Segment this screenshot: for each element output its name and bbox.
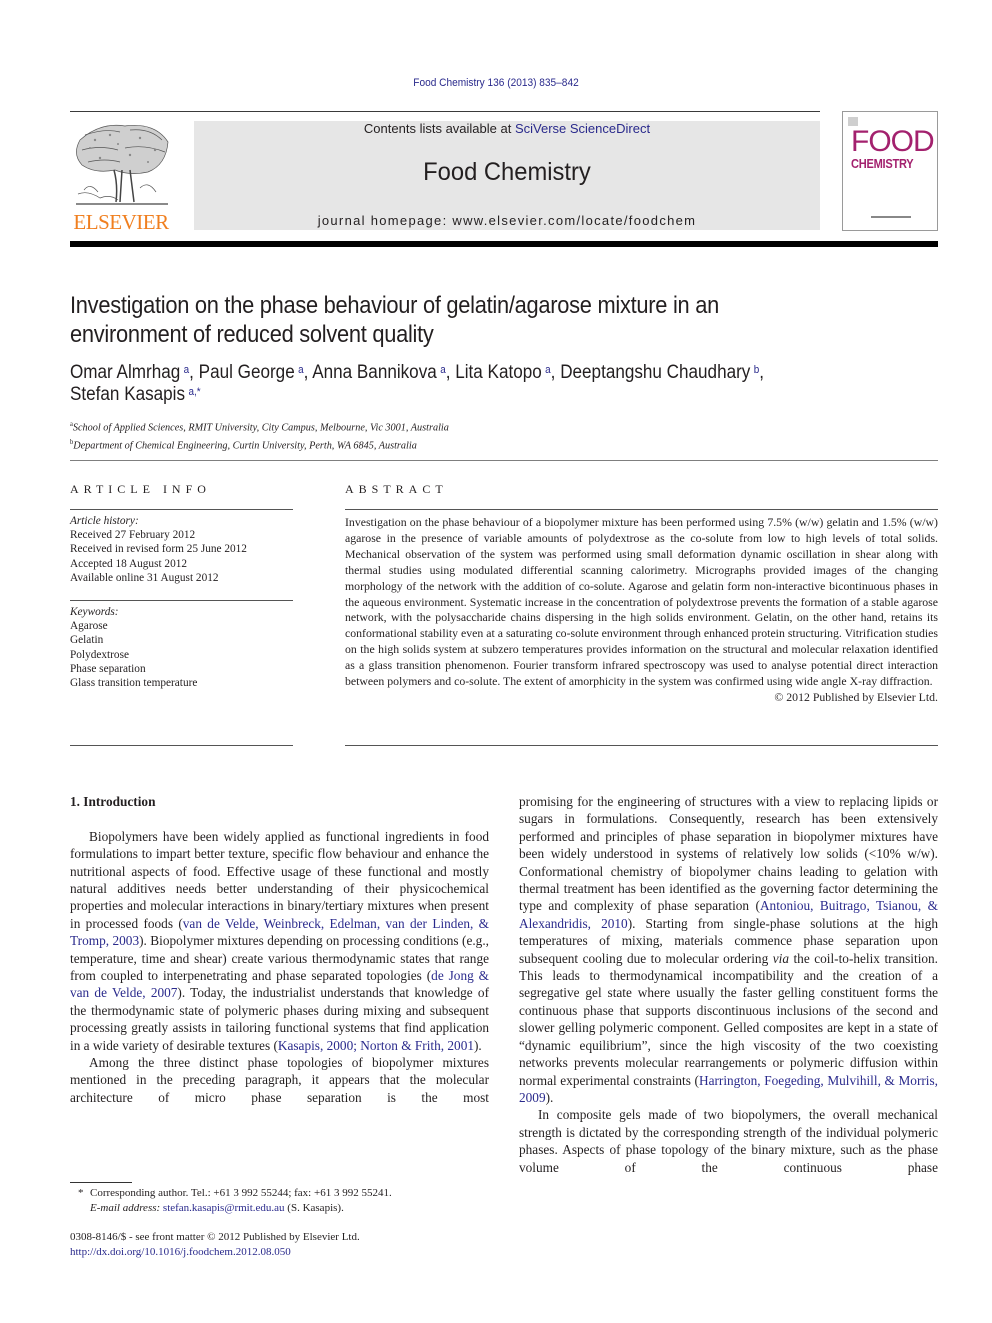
abstract-heading: ABSTRACT xyxy=(345,482,448,496)
paragraph: In composite gels made of two biopolymer… xyxy=(519,1107,938,1175)
corresponding-author-note: * Corresponding author. Tel.: +61 3 992 … xyxy=(70,1186,490,1201)
history-item: Available online 31 August 2012 xyxy=(70,571,219,584)
affiliation-marker[interactable]: a,* xyxy=(188,386,200,398)
keyword: Glass transition temperature xyxy=(70,677,198,690)
section-heading-introduction: 1. Introduction xyxy=(70,794,156,809)
affiliation-marker[interactable]: a xyxy=(440,364,446,376)
front-matter-text: 0308-8146/$ - see front matter © 2012 Pu… xyxy=(70,1231,360,1243)
email-note: E-mail address: stefan.kasapis@rmit.edu.… xyxy=(70,1201,490,1216)
article-title: Investigation on the phase behaviour of … xyxy=(70,292,719,348)
article-info-heading: ARTICLE INFO xyxy=(70,482,211,496)
keywords: Keywords: Agarose Gelatin Polydextrose P… xyxy=(70,605,310,690)
affiliation-marker[interactable]: a xyxy=(298,364,304,376)
article-info-bottom-rule xyxy=(70,745,293,746)
paragraph-text: the coil-to-helix transition. This leads… xyxy=(519,950,939,1088)
journal-cover-thumbnail[interactable]: FOOD CHEMISTRY xyxy=(842,111,938,231)
homepage-prefix: journal homepage: xyxy=(317,213,453,228)
article-history: Article history: Received 27 February 20… xyxy=(70,514,310,585)
email-label: E-mail address: xyxy=(90,1201,161,1214)
abstract-rule xyxy=(345,509,938,510)
journal-title: Food Chemistry xyxy=(423,158,591,186)
footnotes: * Corresponding author. Tel.: +61 3 992 … xyxy=(70,1186,490,1215)
keyword: Phase separation xyxy=(70,662,146,675)
paragraph: Among the three distinct phase topologie… xyxy=(70,1055,489,1105)
article-info-rule xyxy=(70,509,293,510)
affiliation-marker[interactable]: a xyxy=(545,364,551,376)
body-column-right: promising for the engineering of structu… xyxy=(519,793,938,1176)
affiliations: aSchool of Applied Sciences, RMIT Univer… xyxy=(70,417,449,452)
author[interactable]: Deeptangshu Chaudhary xyxy=(560,362,750,383)
author[interactable]: Stefan Kasapis xyxy=(70,384,185,405)
elsevier-logo[interactable]: ELSEVIER xyxy=(70,120,172,235)
affiliation-item: bDepartment of Chemical Engineering, Cur… xyxy=(70,435,449,453)
journal-citation-link[interactable]: Food Chemistry 136 (2013) 835–842 xyxy=(40,77,953,89)
keyword: Polydextrose xyxy=(70,648,129,661)
abstract-bottom-rule xyxy=(345,745,938,746)
masthead-thick-rule xyxy=(70,241,938,247)
elsevier-wordmark: ELSEVIER xyxy=(73,210,169,234)
cover-title-food: FOOD xyxy=(851,125,935,158)
body-column-left: 1. Introduction Biopolymers have been wi… xyxy=(70,793,489,1106)
abstract-text: Investigation on the phase behaviour of … xyxy=(345,515,938,689)
footnote-star: * xyxy=(78,1187,84,1199)
corresponding-text: Corresponding author. Tel.: +61 3 992 55… xyxy=(90,1187,392,1199)
elsevier-tree-icon xyxy=(76,124,169,205)
masthead-top-rule xyxy=(70,111,820,112)
affiliation-marker[interactable]: b xyxy=(754,364,760,376)
email-link[interactable]: stefan.kasapis@rmit.edu.au xyxy=(163,1202,285,1214)
history-item: Received 27 February 2012 xyxy=(70,529,196,542)
italic-term: via xyxy=(772,950,789,966)
citation-link[interactable]: Kasapis, 2000; Norton & Frith, 2001 xyxy=(278,1038,474,1053)
affiliation-text: School of Applied Sciences, RMIT Univers… xyxy=(72,421,449,434)
affiliation-marker[interactable]: a xyxy=(184,364,190,376)
keyword: Gelatin xyxy=(70,634,104,647)
front-matter: 0308-8146/$ - see front matter © 2012 Pu… xyxy=(70,1230,360,1259)
affiliation-text: Department of Chemical Engineering, Curt… xyxy=(73,439,417,452)
paragraph: Biopolymers have been widely applied as … xyxy=(70,828,489,1054)
author[interactable]: Lita Katopo xyxy=(455,362,542,383)
author-list: Omar Almrhag a, Paul George a, Anna Bann… xyxy=(70,362,765,405)
author[interactable]: Omar Almrhag xyxy=(70,362,180,383)
history-item: Accepted 18 August 2012 xyxy=(70,557,188,570)
abstract-copyright: © 2012 Published by Elsevier Ltd. xyxy=(774,689,938,704)
cover-footer-bar xyxy=(871,216,911,218)
keyword: Agarose xyxy=(70,620,108,633)
paragraph-text: promising for the engineering of structu… xyxy=(519,794,938,914)
contents-prefix: Contents lists available at xyxy=(363,121,515,136)
paragraph-text: ). xyxy=(474,1037,482,1053)
history-item: Received in revised form 25 June 2012 xyxy=(70,543,247,556)
contents-line: Contents lists available at SciVerse Sci… xyxy=(194,121,820,136)
history-label: Article history: xyxy=(70,515,139,527)
affiliation-item: aSchool of Applied Sciences, RMIT Univer… xyxy=(70,417,449,435)
author[interactable]: Paul George xyxy=(199,362,295,383)
abstract-body: Investigation on the phase behaviour of … xyxy=(345,515,938,706)
keywords-rule xyxy=(70,600,293,601)
sciencedirect-link[interactable]: SciVerse ScienceDirect xyxy=(515,121,650,136)
header-divider xyxy=(70,460,938,461)
author[interactable]: Anna Bannikova xyxy=(312,362,437,383)
cover-title-chemistry: CHEMISTRY xyxy=(851,156,914,171)
homepage-line: journal homepage: www.elsevier.com/locat… xyxy=(194,213,820,228)
journal-masthead: Contents lists available at SciVerse Sci… xyxy=(194,121,820,230)
homepage-url[interactable]: www.elsevier.com/locate/foodchem xyxy=(452,213,696,228)
keywords-label: Keywords: xyxy=(70,606,119,618)
paragraph: promising for the engineering of structu… xyxy=(519,793,938,1106)
footnote-rule xyxy=(70,1182,132,1183)
email-suffix: (S. Kasapis). xyxy=(284,1201,344,1214)
paragraph-text: ). xyxy=(545,1089,554,1105)
doi-link[interactable]: http://dx.doi.org/10.1016/j.foodchem.201… xyxy=(70,1246,291,1258)
